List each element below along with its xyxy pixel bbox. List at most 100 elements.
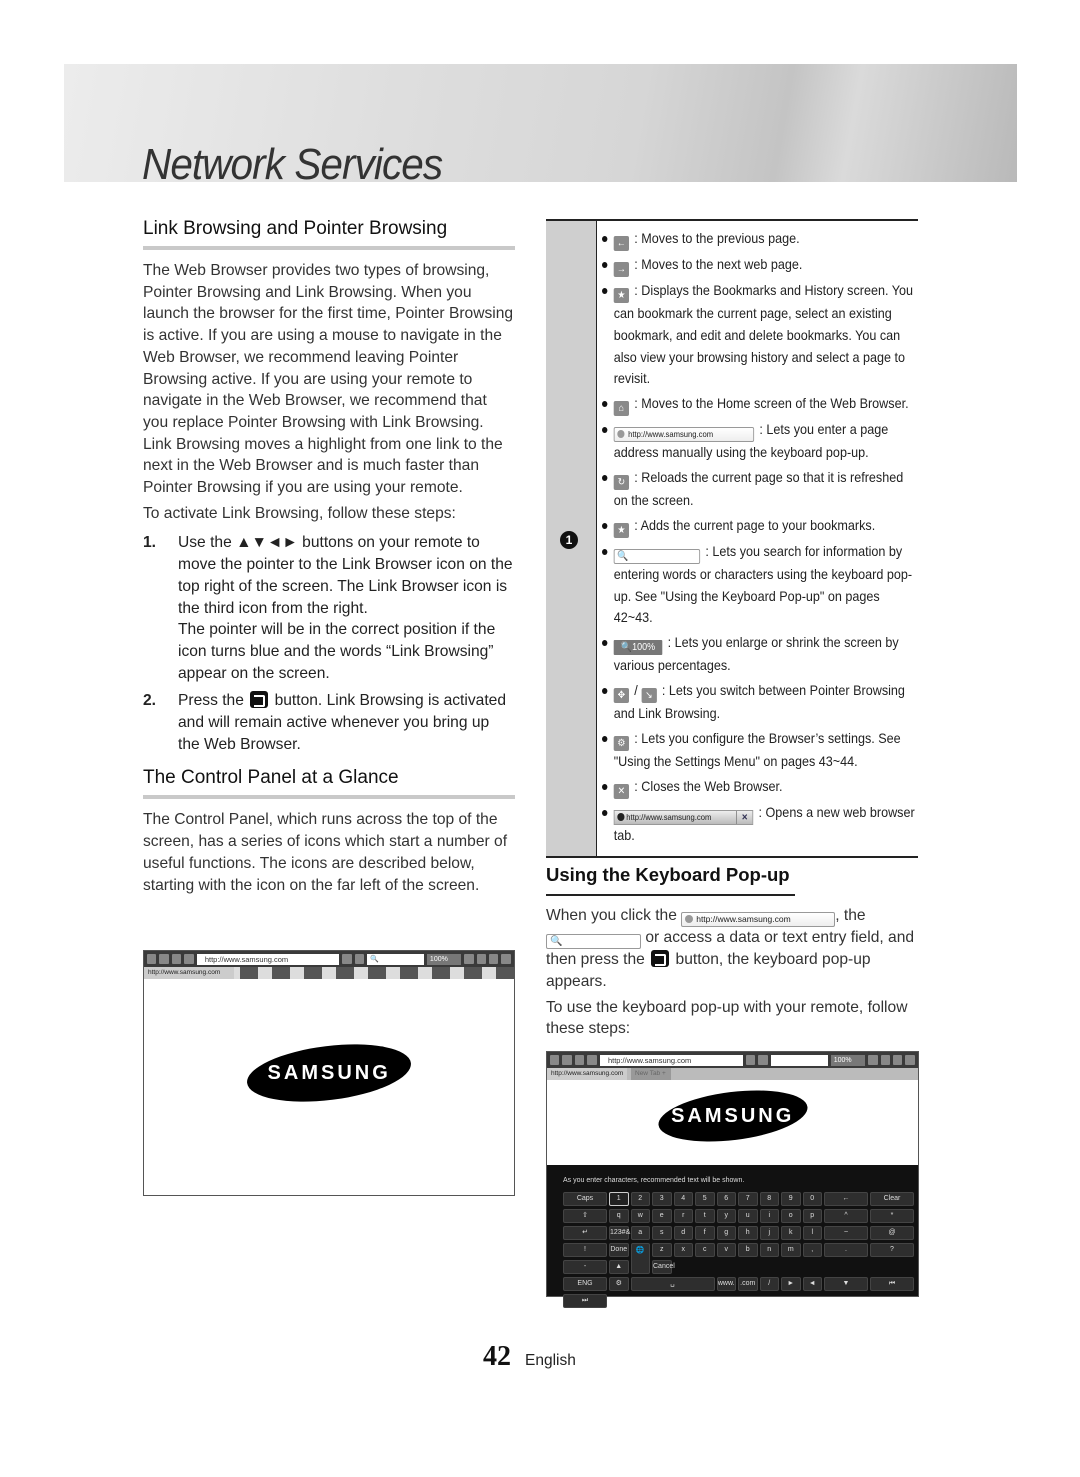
- add-bookmark-icon[interactable]: [354, 954, 365, 964]
- keyboard-key[interactable]: Done: [609, 1243, 629, 1257]
- keyboard-key[interactable]: ⏮: [870, 1277, 914, 1291]
- link-browsing-icon[interactable]: [880, 1055, 890, 1065]
- add-bookmark-icon[interactable]: [758, 1055, 768, 1065]
- forward-arrow-icon[interactable]: [562, 1055, 572, 1065]
- keyboard-key[interactable]: @: [870, 1226, 914, 1240]
- list-item: ★ : Adds the current page to your bookma…: [602, 515, 918, 538]
- bookmarks-star-icon[interactable]: [171, 954, 182, 964]
- keyboard-key[interactable]: r: [673, 1209, 693, 1223]
- keyboard-key[interactable]: f: [695, 1226, 715, 1240]
- zoom-button[interactable]: 100%: [426, 953, 462, 965]
- keyboard-key[interactable]: ↵: [563, 1226, 607, 1240]
- keyboard-key[interactable]: ~: [824, 1226, 868, 1240]
- keyboard-key[interactable]: 6: [716, 1192, 736, 1206]
- keyboard-key[interactable]: q: [609, 1209, 629, 1223]
- keyboard-key[interactable]: .: [824, 1243, 868, 1257]
- keyboard-key[interactable]: y: [716, 1209, 736, 1223]
- keyboard-key[interactable]: 2: [630, 1192, 650, 1206]
- keyboard-key[interactable]: i: [759, 1209, 779, 1223]
- keyboard-key[interactable]: 🌐: [630, 1243, 650, 1274]
- keyboard-key[interactable]: t: [695, 1209, 715, 1223]
- reload-icon[interactable]: [342, 954, 352, 964]
- keyboard-key[interactable]: 1: [609, 1192, 629, 1206]
- keyboard-key[interactable]: 123#&: [609, 1226, 630, 1240]
- step-body: Use the ▲▼◄► buttons on your remote to m…: [178, 532, 515, 684]
- keyboard-key[interactable]: e: [652, 1209, 672, 1223]
- keyboard-key[interactable]: ?: [870, 1243, 914, 1257]
- search-input[interactable]: 🔍: [367, 953, 424, 965]
- keyboard-key[interactable]: ⏭: [563, 1294, 607, 1308]
- keyboard-key[interactable]: d: [673, 1226, 693, 1240]
- keyboard-key[interactable]: n: [759, 1243, 779, 1257]
- keyboard-key[interactable]: ^: [824, 1209, 868, 1223]
- close-x-icon[interactable]: [905, 1055, 915, 1065]
- keyboard-key[interactable]: ▲: [609, 1260, 629, 1274]
- keyboard-key[interactable]: k: [781, 1226, 801, 1240]
- url-input[interactable]: http://www.samsung.com: [196, 953, 340, 965]
- keyboard-key[interactable]: ␣: [630, 1277, 715, 1291]
- back-arrow-icon[interactable]: [147, 954, 157, 964]
- keyboard-key[interactable]: c: [695, 1243, 715, 1257]
- keyboard-key[interactable]: s: [652, 1226, 672, 1240]
- keyboard-key[interactable]: ⇧: [563, 1209, 607, 1223]
- keyboard-key[interactable]: 3: [652, 1192, 672, 1206]
- keyboard-key[interactable]: www.: [716, 1277, 736, 1291]
- keyboard-key[interactable]: b: [738, 1243, 758, 1257]
- keyboard-key[interactable]: Clear: [870, 1192, 914, 1206]
- keyboard-key[interactable]: ◄: [802, 1277, 822, 1291]
- keyboard-key[interactable]: ►: [781, 1277, 801, 1291]
- keyboard-key[interactable]: g: [716, 1226, 736, 1240]
- section-heading-control-panel: The Control Panel at a Glance: [143, 767, 515, 800]
- keyboard-key[interactable]: 7: [738, 1192, 758, 1206]
- keyboard-key[interactable]: x: [673, 1243, 693, 1257]
- keyboard-key[interactable]: 4: [673, 1192, 693, 1206]
- keyboard-key[interactable]: ▼: [824, 1277, 868, 1291]
- keyboard-key[interactable]: o: [781, 1209, 801, 1223]
- url-input[interactable]: http://www.samsung.com: [599, 1054, 743, 1066]
- keyboard-key[interactable]: a: [630, 1226, 650, 1240]
- keyboard-key[interactable]: ,: [802, 1243, 822, 1257]
- keyboard-key[interactable]: w: [630, 1209, 650, 1223]
- search-input[interactable]: [770, 1054, 828, 1066]
- keyboard-key[interactable]: Cancel: [652, 1260, 675, 1274]
- home-icon[interactable]: [184, 954, 194, 964]
- keyboard-key[interactable]: z: [652, 1243, 672, 1257]
- settings-gear-icon[interactable]: [489, 954, 499, 964]
- forward-arrow-icon[interactable]: [159, 954, 169, 964]
- link-browsing-icon[interactable]: [476, 954, 487, 964]
- keyboard-key[interactable]: Caps: [563, 1192, 607, 1206]
- keyboard-key[interactable]: p: [802, 1209, 822, 1223]
- keyboard-key[interactable]: v: [716, 1243, 736, 1257]
- enter-button-icon: [651, 950, 670, 967]
- keyboard-key[interactable]: j: [759, 1226, 779, 1240]
- new-tab-button[interactable]: New Tab +: [631, 1068, 671, 1080]
- browser-tab[interactable]: http://www.samsung.com: [144, 967, 234, 979]
- back-arrow-icon[interactable]: [550, 1055, 560, 1065]
- keyboard-key[interactable]: .com: [738, 1277, 758, 1291]
- keyboard-key[interactable]: h: [738, 1226, 758, 1240]
- link-browsing-intro: The Web Browser provides two types of br…: [143, 262, 514, 497]
- reload-icon[interactable]: [745, 1055, 756, 1065]
- browser-tab[interactable]: http://www.samsung.com: [547, 1068, 627, 1080]
- settings-gear-icon[interactable]: [893, 1055, 903, 1065]
- keyboard-key[interactable]: /: [759, 1277, 779, 1291]
- keyboard-key[interactable]: ENG: [563, 1277, 607, 1291]
- close-x-icon[interactable]: [501, 954, 511, 964]
- pointer-browsing-icon[interactable]: [464, 954, 474, 964]
- keyboard-key[interactable]: 0: [802, 1192, 822, 1206]
- bookmarks-star-icon[interactable]: [574, 1055, 585, 1065]
- zoom-button[interactable]: 100%: [830, 1054, 866, 1066]
- keyboard-key[interactable]: ⚙: [609, 1277, 629, 1291]
- keyboard-key[interactable]: 5: [695, 1192, 715, 1206]
- keyboard-key[interactable]: !: [563, 1243, 607, 1257]
- home-icon[interactable]: [587, 1055, 597, 1065]
- keyboard-key[interactable]: -: [563, 1260, 607, 1274]
- keyboard-key[interactable]: u: [738, 1209, 758, 1223]
- pointer-browsing-icon[interactable]: [868, 1055, 878, 1065]
- keyboard-key[interactable]: 9: [781, 1192, 801, 1206]
- keyboard-key[interactable]: ←: [824, 1192, 868, 1206]
- keyboard-key[interactable]: 8: [759, 1192, 779, 1206]
- keyboard-key[interactable]: *: [870, 1209, 914, 1223]
- keyboard-key[interactable]: m: [781, 1243, 801, 1257]
- keyboard-key[interactable]: l: [802, 1226, 822, 1240]
